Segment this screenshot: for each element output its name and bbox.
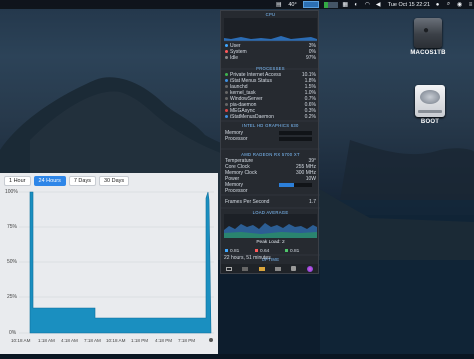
- legend-dot: [225, 56, 228, 60]
- tab-7-days[interactable]: 7 Days: [68, 176, 96, 186]
- hard-drive-icon: ●: [414, 18, 442, 48]
- x-tick-label: 1:18 AM: [38, 338, 55, 343]
- menu-clock[interactable]: Tue Oct 15 22:21: [388, 2, 430, 8]
- process-row[interactable]: iStatMenusDaemon 0.2%: [225, 114, 316, 120]
- volume-icon[interactable]: ◀: [375, 1, 382, 8]
- panel-toolbar: [221, 264, 318, 273]
- y-tick-label: 25%: [7, 294, 18, 300]
- desktop-icon-boot[interactable]: BOOT: [410, 85, 450, 125]
- user-icon[interactable]: ●: [434, 2, 441, 8]
- istat-menus-icon[interactable]: [306, 265, 313, 272]
- x-tick-label: 10:18 AM: [11, 338, 31, 343]
- console-icon[interactable]: [275, 266, 282, 271]
- network-menu-extra[interactable]: [323, 1, 338, 8]
- window-icon[interactable]: [226, 266, 233, 271]
- gpu-memory-bar-fill: [279, 183, 294, 187]
- y-tick-label: 0%: [9, 330, 17, 336]
- uptime-value: 22 hours, 51 minutes: [224, 255, 271, 261]
- x-tick-label: 4:18 PM: [155, 338, 173, 343]
- x-tick-label: 10:18 AM: [106, 338, 126, 343]
- tab-30-days[interactable]: 30 Days: [98, 176, 130, 186]
- tab-1-hour[interactable]: 1 Hour: [4, 176, 31, 186]
- notification-center-icon[interactable]: ≡: [467, 2, 474, 8]
- lock-icon[interactable]: [291, 266, 297, 271]
- history-range-tabs: 1 Hour 24 Hours 7 Days 30 Days: [4, 176, 132, 186]
- x-tick-label: 1:18 PM: [131, 338, 149, 343]
- history-window: 1 Hour 24 Hours 7 Days 30 Days: [0, 173, 218, 354]
- search-icon[interactable]: ⌕: [445, 1, 452, 8]
- processes-section-title: PROCESSES: [256, 66, 285, 71]
- desktop-icon-label: MACOS1TB: [410, 50, 446, 56]
- peak-load-label: Peak Load: 2: [256, 240, 285, 245]
- x-tick-label: 4:18 AM: [61, 338, 78, 343]
- memory-icon[interactable]: ▦: [342, 1, 349, 8]
- x-tick-label: 7:18 PM: [178, 338, 196, 343]
- desktop-icon-label: BOOT: [420, 119, 440, 125]
- fps-row: Frames Per Second 1.7: [225, 199, 316, 205]
- storage-icon[interactable]: ▤: [275, 1, 282, 8]
- control-center-icon[interactable]: ◉: [456, 1, 463, 8]
- legend-dot: [225, 50, 228, 54]
- load-legend-15: 0.81: [285, 249, 299, 254]
- menu-bar: ▤ 40° ▦ ◐ ◠ ◀ Tue Oct 15 22:21 ● ⌕ ◉ ≡: [0, 0, 474, 9]
- cpu-idle-row: Idle 97%: [225, 55, 316, 61]
- cpu-menu-extra[interactable]: [302, 1, 319, 8]
- load-legend-1: 0.81: [225, 249, 239, 254]
- activity-monitor-icon[interactable]: [242, 266, 249, 271]
- desktop-icon-macos1tb[interactable]: ● MACOS1TB: [408, 18, 448, 56]
- gpu-app-icon[interactable]: [258, 266, 265, 271]
- y-tick-label: 75%: [7, 224, 18, 230]
- amd-gpu-section-title: AMD RADEON RX 5700 XT: [241, 152, 300, 157]
- intel-gpu-memory-bar: [279, 131, 312, 135]
- sensors-icon[interactable]: ◐: [353, 2, 360, 8]
- hard-drive-icon: [415, 85, 445, 117]
- gpu-processor-row: Processor: [225, 188, 248, 194]
- tab-24-hours[interactable]: 24 Hours: [33, 176, 66, 186]
- legend-dot: [225, 44, 228, 48]
- wifi-icon[interactable]: ◠: [364, 1, 371, 8]
- intel-gpu-section-title: INTEL HD GRAPHICS 630: [242, 123, 299, 128]
- temperature-status[interactable]: 40°: [288, 2, 296, 8]
- y-tick-label: 50%: [7, 259, 18, 265]
- y-tick-label: 100%: [5, 189, 18, 195]
- intel-gpu-processor-bar: [279, 137, 312, 141]
- x-tick-label: 7:18 AM: [84, 338, 101, 343]
- cpu-section-title: CPU: [265, 12, 276, 17]
- stats-dropdown-panel: CPU User 3% System 0% Idle 97% PROCESSES Pr…: [220, 10, 320, 274]
- load-legend-5: 0.64: [255, 249, 269, 254]
- load-section-title: LOAD AVERAGE: [252, 210, 289, 215]
